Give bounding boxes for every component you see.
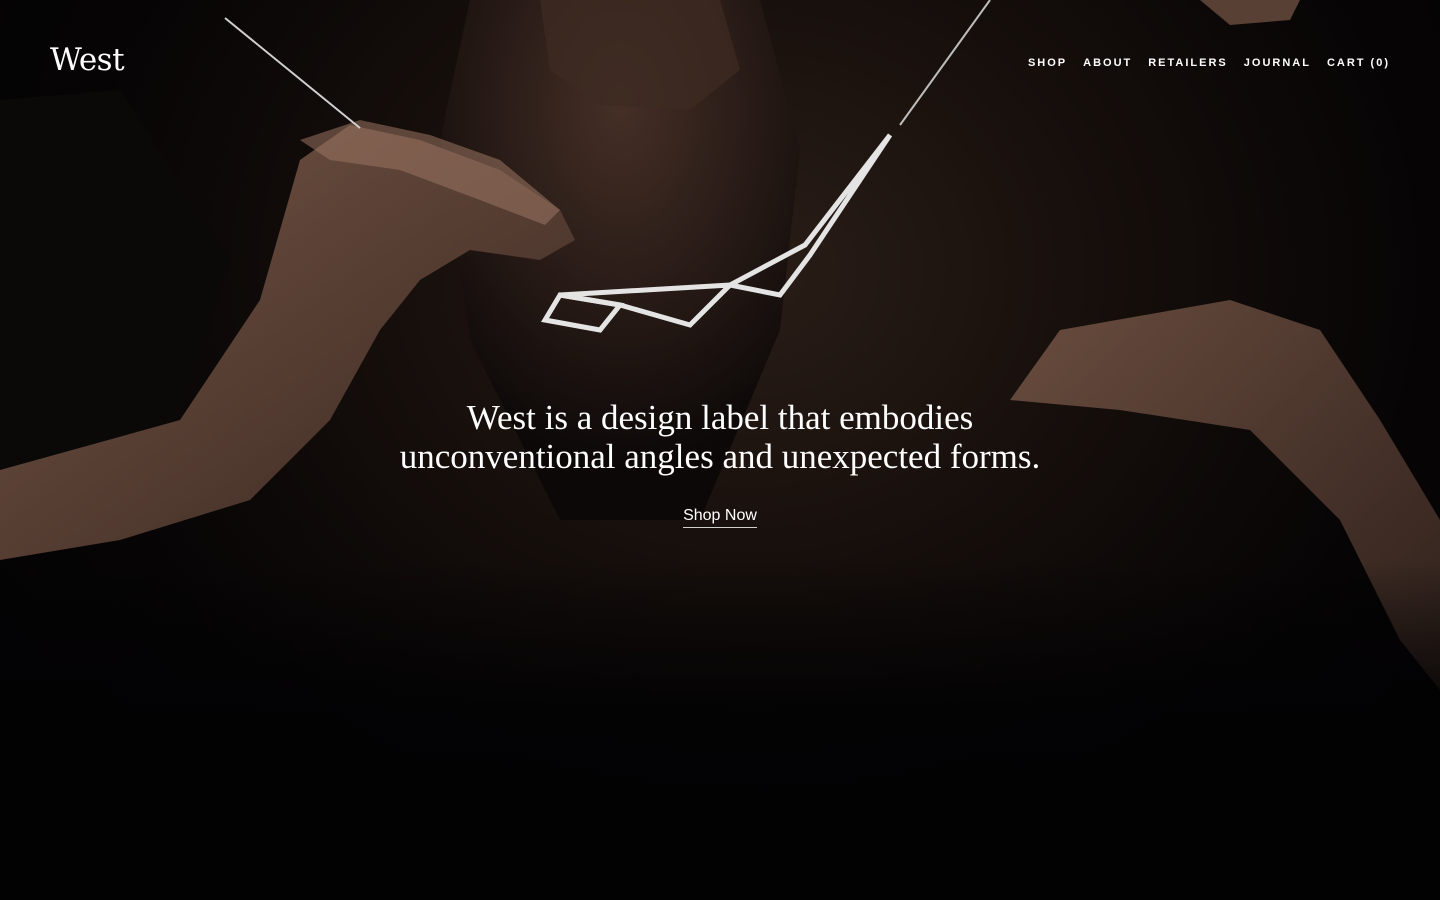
shop-now-button[interactable]: Shop Now	[683, 507, 757, 528]
nav-shop[interactable]: SHOP	[1028, 57, 1067, 69]
hero-page: West SHOP ABOUT RETAILERS JOURNAL CART (…	[0, 0, 1440, 900]
hero-headline: West is a design label that embodies unc…	[0, 398, 1440, 476]
brand-logo[interactable]: West	[50, 42, 125, 78]
main-nav: SHOP ABOUT RETAILERS JOURNAL CART (0)	[1028, 57, 1390, 69]
nav-about[interactable]: ABOUT	[1083, 57, 1132, 69]
hero-headline-line1: West is a design label that embodies	[466, 398, 974, 437]
cta-wrapper: Shop Now	[0, 507, 1440, 528]
nav-journal[interactable]: JOURNAL	[1244, 57, 1311, 69]
bottom-shade	[0, 560, 1440, 900]
nav-retailers[interactable]: RETAILERS	[1148, 57, 1228, 69]
nav-cart[interactable]: CART (0)	[1327, 57, 1390, 69]
hero-headline-line2: unconventional angles and unexpected for…	[399, 437, 1041, 476]
